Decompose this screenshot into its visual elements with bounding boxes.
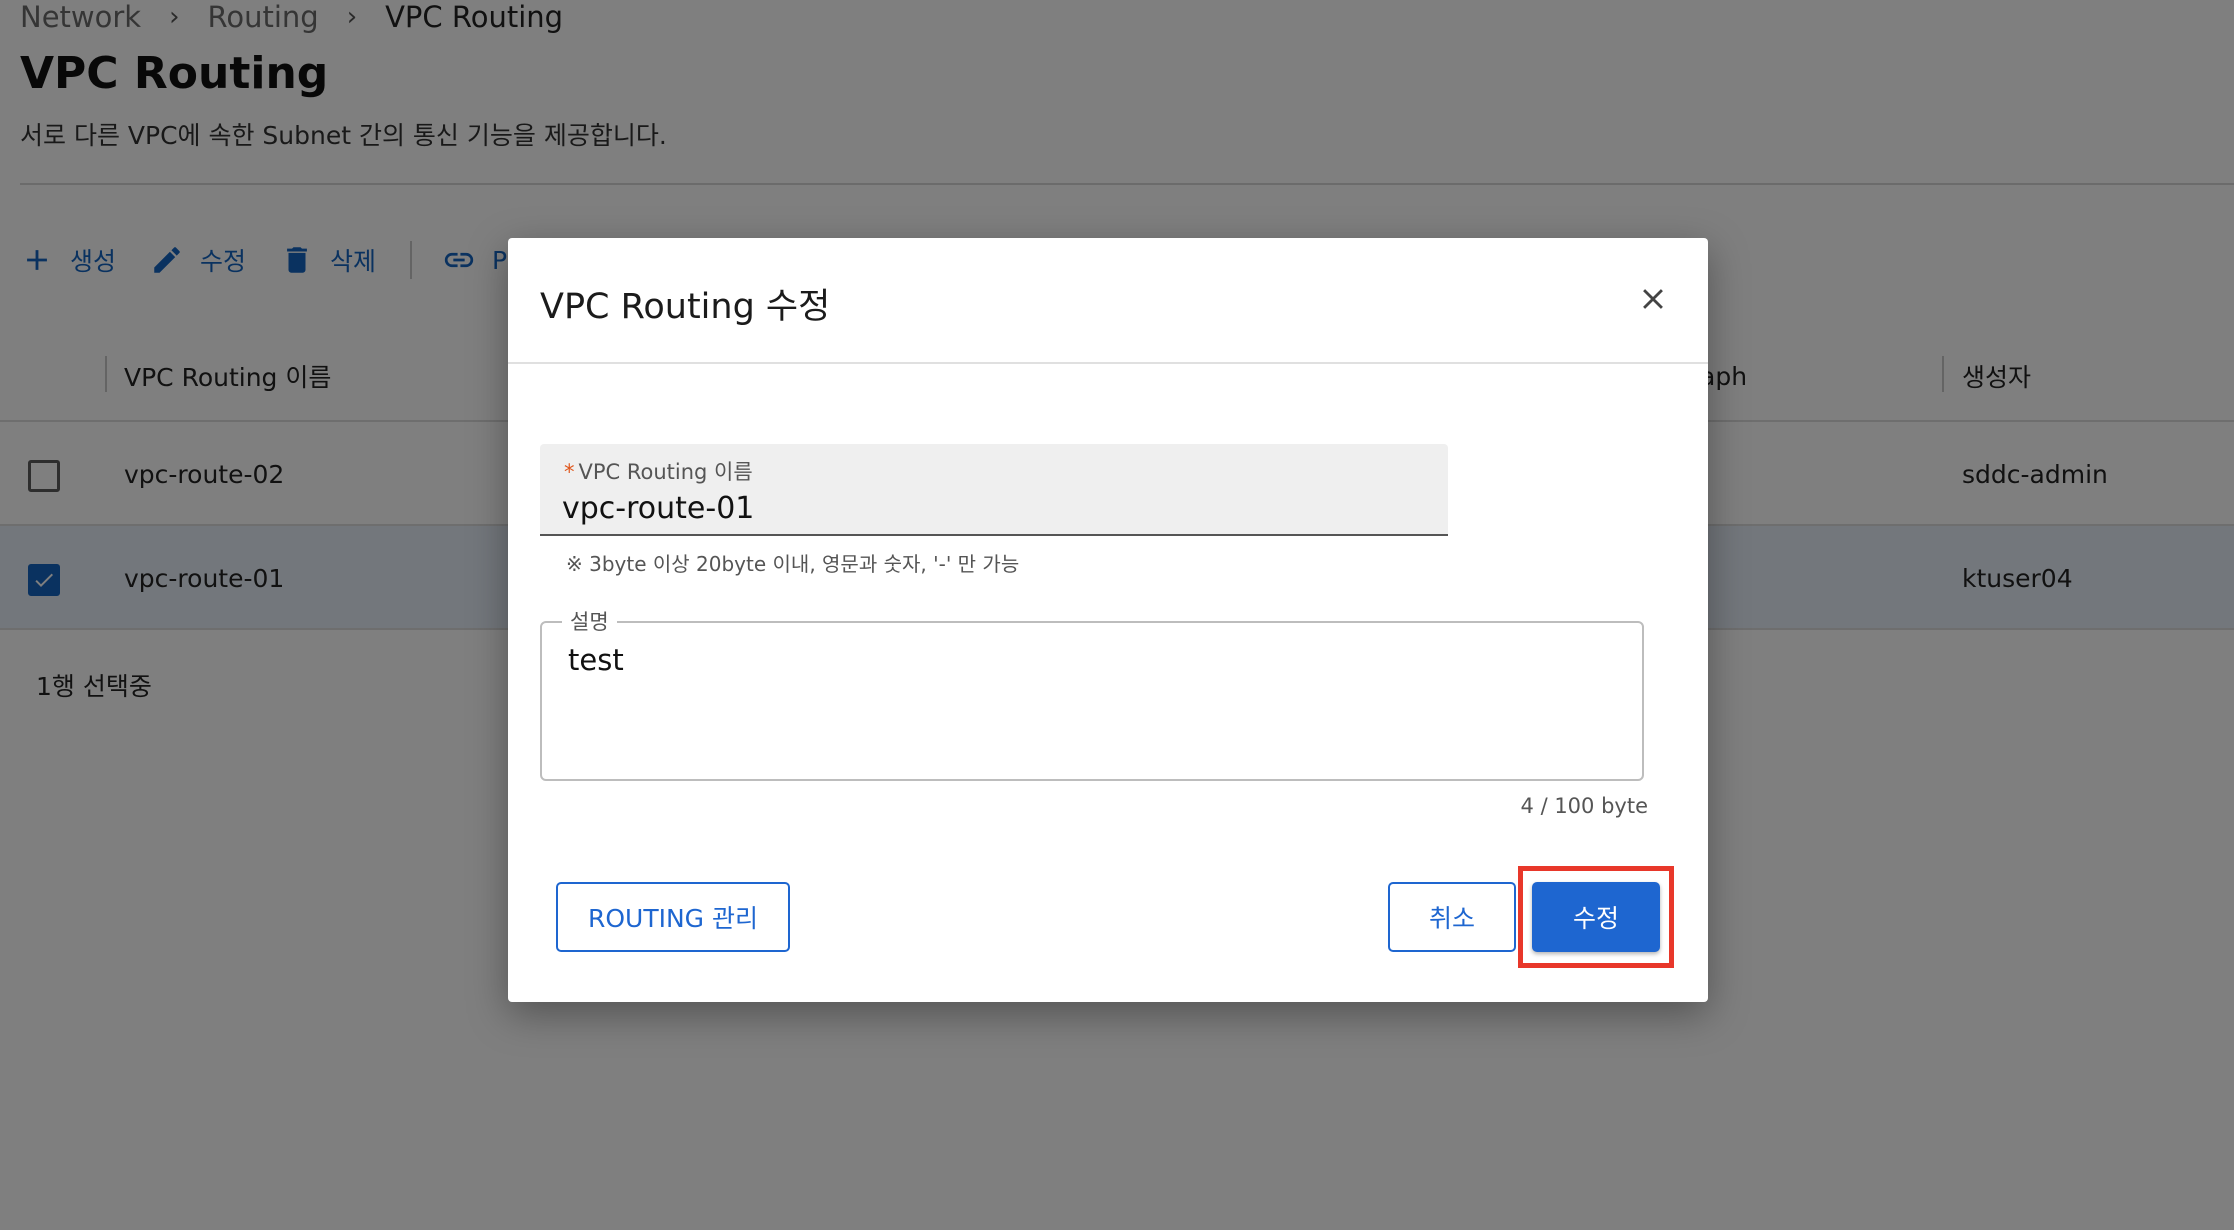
routing-manage-button[interactable]: ROUTING 관리 xyxy=(556,882,790,952)
close-icon xyxy=(1643,289,1663,309)
description-input[interactable]: test xyxy=(568,643,1618,763)
name-field-label-text: VPC Routing 이름 xyxy=(578,460,753,484)
description-field-label: 설명 xyxy=(562,606,617,636)
description-field[interactable]: 설명 test xyxy=(540,606,1644,781)
close-button[interactable] xyxy=(1628,274,1678,324)
name-field-label: * VPC Routing 이름 xyxy=(564,456,753,486)
edit-vpc-routing-dialog: VPC Routing 수정 *VPC Routing 이름 ※ 3byte 이… xyxy=(508,238,1708,1002)
dialog-divider xyxy=(508,362,1708,364)
highlight-annotation xyxy=(1518,866,1674,968)
dialog-title: VPC Routing 수정 xyxy=(540,287,831,327)
cancel-button[interactable]: 취소 xyxy=(1388,882,1516,952)
vpc-routing-name-field[interactable]: * VPC Routing 이름 xyxy=(540,444,1448,536)
name-field-hint: ※ 3byte 이상 20byte 이내, 영문과 숫자, '-' 만 가능 xyxy=(566,552,1020,576)
required-mark: * xyxy=(564,460,575,484)
description-byte-counter: 4 / 100 byte xyxy=(1520,794,1648,818)
vpc-routing-name-input[interactable] xyxy=(562,488,1422,528)
